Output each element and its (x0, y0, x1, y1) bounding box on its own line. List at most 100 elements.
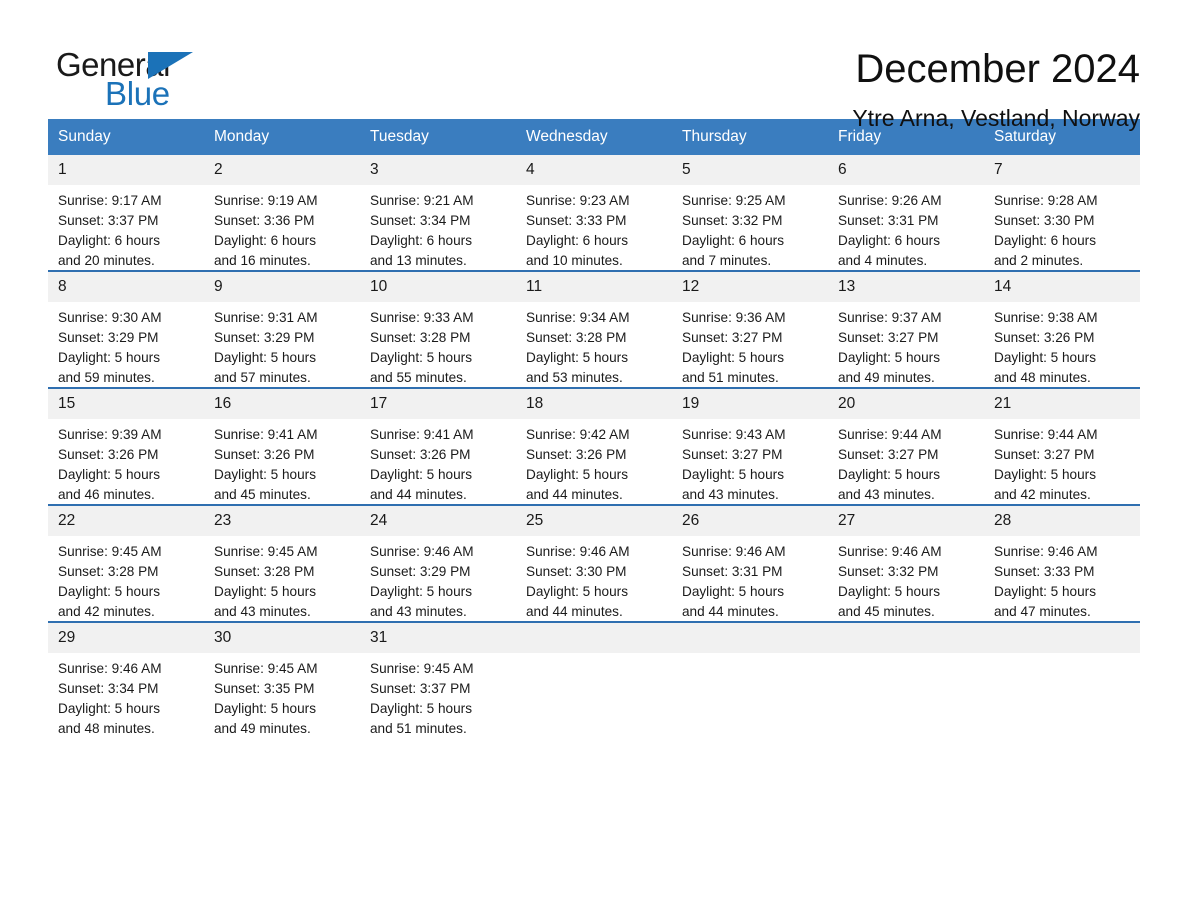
day-cell[interactable]: 16 Sunrise: 9:41 AM Sunset: 3:26 PM Dayligh… (204, 387, 360, 505)
day-number: 29 (48, 623, 204, 653)
day-cell[interactable]: 13 Sunrise: 9:37 AM Sunset: 3:27 PM Dayligh… (828, 270, 984, 388)
day-number (672, 623, 828, 653)
day-cell[interactable]: 1 Sunrise: 9:17 AM Sunset: 3:37 PM Daylight… (48, 155, 204, 271)
daylight-text-line2: and 55 minutes. (370, 370, 467, 385)
day-cell[interactable]: 12 Sunrise: 9:36 AM Sunset: 3:27 PM Dayligh… (672, 270, 828, 388)
day-number: 2 (204, 155, 360, 185)
sunrise-text: Sunrise: 9:43 AM (682, 427, 786, 442)
day-details: Sunrise: 9:30 AM Sunset: 3:29 PM Daylight:… (48, 302, 204, 388)
sunset-text: Sunset: 3:30 PM (526, 564, 627, 579)
day-cell[interactable]: 17 Sunrise: 9:41 AM Sunset: 3:26 PM Dayligh… (360, 387, 516, 505)
day-cell[interactable]: 15 Sunrise: 9:39 AM Sunset: 3:26 PM Dayligh… (48, 387, 204, 505)
daylight-text-line2: and 45 minutes. (214, 487, 311, 502)
day-details: Sunrise: 9:45 AM Sunset: 3:37 PM Daylight:… (360, 653, 516, 739)
day-cell[interactable]: 24 Sunrise: 9:46 AM Sunset: 3:29 PM Dayligh… (360, 504, 516, 622)
day-cell[interactable]: 21 Sunrise: 9:44 AM Sunset: 3:27 PM Dayligh… (984, 387, 1140, 505)
day-details: Sunrise: 9:21 AM Sunset: 3:34 PM Daylight:… (360, 185, 516, 271)
daylight-text-line2: and 45 minutes. (838, 604, 935, 619)
sunrise-text: Sunrise: 9:17 AM (58, 193, 162, 208)
weekday-header-wednesday: Wednesday (516, 119, 672, 155)
day-cell[interactable]: 9 Sunrise: 9:31 AM Sunset: 3:29 PM Daylight… (204, 270, 360, 388)
day-number: 6 (828, 155, 984, 185)
day-details: Sunrise: 9:44 AM Sunset: 3:27 PM Daylight:… (984, 419, 1140, 505)
day-cell[interactable]: 31 Sunrise: 9:45 AM Sunset: 3:37 PM Dayligh… (360, 621, 516, 739)
day-details: Sunrise: 9:42 AM Sunset: 3:26 PM Daylight:… (516, 419, 672, 505)
day-cell[interactable]: 27 Sunrise: 9:46 AM Sunset: 3:32 PM Dayligh… (828, 504, 984, 622)
sunset-text: Sunset: 3:34 PM (370, 213, 471, 228)
day-number: 9 (204, 272, 360, 302)
day-cell[interactable]: 23 Sunrise: 9:45 AM Sunset: 3:28 PM Dayligh… (204, 504, 360, 622)
day-cell[interactable]: 28 Sunrise: 9:46 AM Sunset: 3:33 PM Dayligh… (984, 504, 1140, 622)
sunset-text: Sunset: 3:37 PM (370, 681, 471, 696)
day-number: 14 (984, 272, 1140, 302)
sunrise-text: Sunrise: 9:21 AM (370, 193, 474, 208)
day-cell[interactable]: 2 Sunrise: 9:19 AM Sunset: 3:36 PM Daylight… (204, 155, 360, 271)
calendar-body: 1 Sunrise: 9:17 AM Sunset: 3:37 PM Daylight… (48, 155, 1140, 738)
weekday-header-tuesday: Tuesday (360, 119, 516, 155)
daylight-text-line1: Daylight: 6 hours (682, 233, 785, 248)
day-details: Sunrise: 9:28 AM Sunset: 3:30 PM Daylight:… (984, 185, 1140, 271)
sunrise-text: Sunrise: 9:25 AM (682, 193, 786, 208)
daylight-text-line1: Daylight: 5 hours (682, 584, 785, 599)
day-number: 4 (516, 155, 672, 185)
day-cell[interactable]: 20 Sunrise: 9:44 AM Sunset: 3:27 PM Dayligh… (828, 387, 984, 505)
daylight-text-line1: Daylight: 5 hours (838, 467, 941, 482)
calendar-page: General Blue December 2024 Ytre Arna, Ve… (0, 0, 1188, 918)
day-cell[interactable]: 8 Sunrise: 9:30 AM Sunset: 3:29 PM Daylight… (48, 270, 204, 388)
sunrise-text: Sunrise: 9:41 AM (214, 427, 318, 442)
daylight-text-line1: Daylight: 5 hours (214, 350, 317, 365)
day-cell[interactable]: 10 Sunrise: 9:33 AM Sunset: 3:28 PM Dayligh… (360, 270, 516, 388)
calendar-week-row: 1 Sunrise: 9:17 AM Sunset: 3:37 PM Daylight… (48, 155, 1140, 271)
page-title: December 2024 (855, 47, 1140, 91)
sunrise-text: Sunrise: 9:44 AM (838, 427, 942, 442)
day-cell[interactable]: 14 Sunrise: 9:38 AM Sunset: 3:26 PM Dayligh… (984, 270, 1140, 388)
sunrise-text: Sunrise: 9:45 AM (214, 661, 318, 676)
sunrise-text: Sunrise: 9:46 AM (682, 544, 786, 559)
day-cell[interactable]: 29 Sunrise: 9:46 AM Sunset: 3:34 PM Dayligh… (48, 621, 204, 738)
sunrise-text: Sunrise: 9:23 AM (526, 193, 630, 208)
daylight-text-line2: and 51 minutes. (370, 721, 467, 736)
day-cell[interactable]: 5 Sunrise: 9:25 AM Sunset: 3:32 PM Daylight… (672, 155, 828, 271)
sunset-text: Sunset: 3:31 PM (838, 213, 939, 228)
day-cell[interactable]: 6 Sunrise: 9:26 AM Sunset: 3:31 PM Daylight… (828, 155, 984, 271)
day-details: Sunrise: 9:25 AM Sunset: 3:32 PM Daylight:… (672, 185, 828, 271)
day-details: Sunrise: 9:37 AM Sunset: 3:27 PM Daylight:… (828, 302, 984, 388)
daylight-text-line1: Daylight: 6 hours (214, 233, 317, 248)
day-cell[interactable]: 18 Sunrise: 9:42 AM Sunset: 3:26 PM Dayligh… (516, 387, 672, 505)
daylight-text-line2: and 51 minutes. (682, 370, 779, 385)
day-cell[interactable]: 26 Sunrise: 9:46 AM Sunset: 3:31 PM Dayligh… (672, 504, 828, 622)
sunset-text: Sunset: 3:28 PM (58, 564, 159, 579)
daylight-text-line1: Daylight: 5 hours (838, 584, 941, 599)
day-cell[interactable]: 7 Sunrise: 9:28 AM Sunset: 3:30 PM Daylight… (984, 155, 1140, 271)
sunset-text: Sunset: 3:36 PM (214, 213, 315, 228)
day-details: Sunrise: 9:45 AM Sunset: 3:28 PM Daylight:… (48, 536, 204, 622)
day-cell[interactable]: 19 Sunrise: 9:43 AM Sunset: 3:27 PM Dayligh… (672, 387, 828, 505)
sunset-text: Sunset: 3:27 PM (682, 330, 783, 345)
day-number: 3 (360, 155, 516, 185)
day-cell-empty (828, 621, 984, 738)
day-number: 1 (48, 155, 204, 185)
daylight-text-line2: and 42 minutes. (994, 487, 1091, 502)
daylight-text-line2: and 10 minutes. (526, 253, 623, 268)
day-cell[interactable]: 3 Sunrise: 9:21 AM Sunset: 3:34 PM Daylight… (360, 155, 516, 271)
sunrise-text: Sunrise: 9:37 AM (838, 310, 942, 325)
daylight-text-line1: Daylight: 5 hours (526, 467, 629, 482)
day-cell-empty (672, 621, 828, 738)
sunrise-text: Sunrise: 9:34 AM (526, 310, 630, 325)
day-details: Sunrise: 9:46 AM Sunset: 3:31 PM Daylight:… (672, 536, 828, 622)
day-cell[interactable]: 11 Sunrise: 9:34 AM Sunset: 3:28 PM Dayligh… (516, 270, 672, 388)
day-cell[interactable]: 22 Sunrise: 9:45 AM Sunset: 3:28 PM Dayligh… (48, 504, 204, 622)
sunset-text: Sunset: 3:29 PM (370, 564, 471, 579)
sunrise-text: Sunrise: 9:42 AM (526, 427, 630, 442)
day-number: 10 (360, 272, 516, 302)
daylight-text-line2: and 13 minutes. (370, 253, 467, 268)
day-details: Sunrise: 9:36 AM Sunset: 3:27 PM Daylight:… (672, 302, 828, 388)
day-cell[interactable]: 25 Sunrise: 9:46 AM Sunset: 3:30 PM Dayligh… (516, 504, 672, 622)
day-number: 27 (828, 506, 984, 536)
daylight-text-line2: and 47 minutes. (994, 604, 1091, 619)
sunrise-text: Sunrise: 9:26 AM (838, 193, 942, 208)
day-number: 17 (360, 389, 516, 419)
day-cell[interactable]: 30 Sunrise: 9:45 AM Sunset: 3:35 PM Dayligh… (204, 621, 360, 738)
day-cell[interactable]: 4 Sunrise: 9:23 AM Sunset: 3:33 PM Daylight… (516, 155, 672, 271)
day-details: Sunrise: 9:46 AM Sunset: 3:30 PM Daylight:… (516, 536, 672, 622)
